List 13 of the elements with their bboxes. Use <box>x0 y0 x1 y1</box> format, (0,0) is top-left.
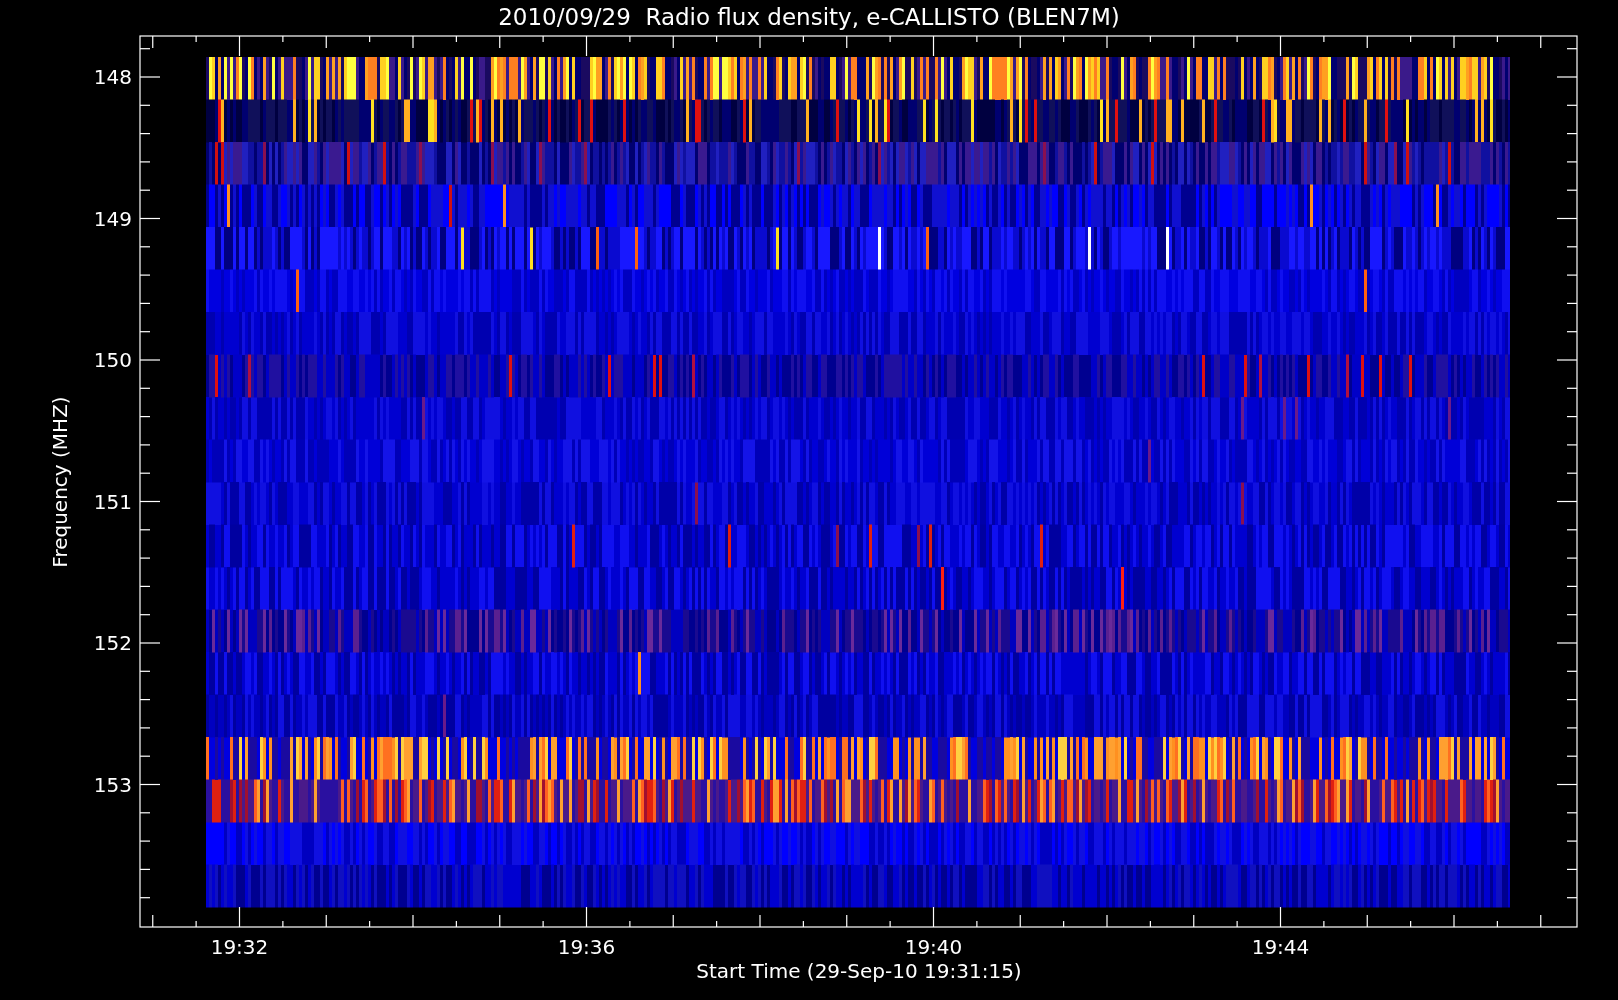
axis-tick-label: 150 <box>93 348 132 372</box>
chart-title: 2010/09/29 Radio flux density, e-CALLISTO (BLEN7M) <box>498 4 1120 30</box>
axis-tick-label: 153 <box>93 772 132 797</box>
axis-title: Frequency (MHZ) <box>48 396 72 568</box>
axis-tick-label: 19:36 <box>557 935 616 959</box>
axis-tick-label: 149 <box>93 206 132 231</box>
axis-tick-label: 148 <box>93 65 132 89</box>
axis-tick-label: 151 <box>93 489 132 514</box>
axis-tick-label: 19:44 <box>1251 935 1310 959</box>
axis-title: Start Time (29-Sep-10 19:31:15) <box>696 959 1022 983</box>
axis-tick-label: 19:40 <box>904 935 963 959</box>
axis-tick-label: 152 <box>93 631 132 655</box>
axis-tick-label: 19:32 <box>210 935 269 959</box>
